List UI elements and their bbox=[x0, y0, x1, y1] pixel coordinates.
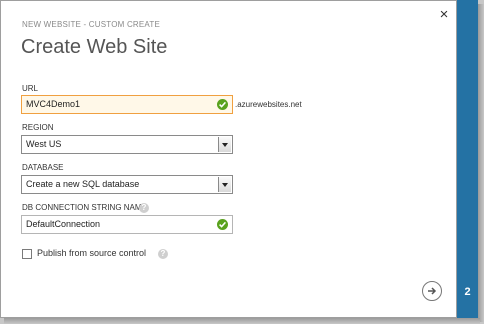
chevron-down-icon[interactable] bbox=[218, 137, 231, 152]
connection-string-label: DB CONNECTION STRING NAME bbox=[22, 203, 147, 212]
url-domain-suffix: .azurewebsites.net bbox=[235, 100, 302, 109]
chevron-down-icon[interactable] bbox=[218, 177, 231, 192]
check-icon bbox=[217, 99, 228, 110]
wizard-step-panel: 2 bbox=[457, 0, 478, 318]
region-select[interactable]: West US bbox=[21, 135, 233, 154]
arrow-right-icon bbox=[428, 287, 437, 295]
dialog-shadow-bottom bbox=[4, 318, 480, 324]
create-website-dialog: × NEW WEBSITE - CUSTOM CREATE Create Web… bbox=[0, 0, 457, 318]
database-select[interactable]: Create a new SQL database bbox=[21, 175, 233, 194]
question-icon[interactable]: ? bbox=[158, 249, 168, 259]
question-icon[interactable]: ? bbox=[139, 203, 149, 213]
connection-string-input[interactable]: DefaultConnection bbox=[21, 215, 233, 234]
check-icon bbox=[217, 219, 228, 230]
close-icon: × bbox=[439, 6, 449, 23]
publish-label[interactable]: Publish from source control bbox=[37, 248, 146, 258]
step-number: 2 bbox=[464, 286, 471, 298]
region-label: REGION bbox=[22, 123, 54, 132]
dialog-shadow-right bbox=[478, 4, 484, 322]
next-button[interactable] bbox=[422, 281, 442, 301]
page-title: Create Web Site bbox=[21, 36, 168, 58]
dialog-subtitle: NEW WEBSITE - CUSTOM CREATE bbox=[22, 20, 160, 29]
connection-string-value: DefaultConnection bbox=[26, 219, 101, 229]
url-label: URL bbox=[22, 84, 39, 93]
database-selected-value: Create a new SQL database bbox=[26, 179, 140, 189]
url-value: MVC4Demo1 bbox=[26, 99, 81, 109]
region-selected-value: West US bbox=[26, 139, 62, 149]
database-label: DATABASE bbox=[22, 163, 64, 172]
publish-checkbox[interactable] bbox=[22, 249, 32, 259]
url-input[interactable]: MVC4Demo1 bbox=[21, 95, 233, 114]
close-button[interactable]: × bbox=[437, 6, 451, 23]
